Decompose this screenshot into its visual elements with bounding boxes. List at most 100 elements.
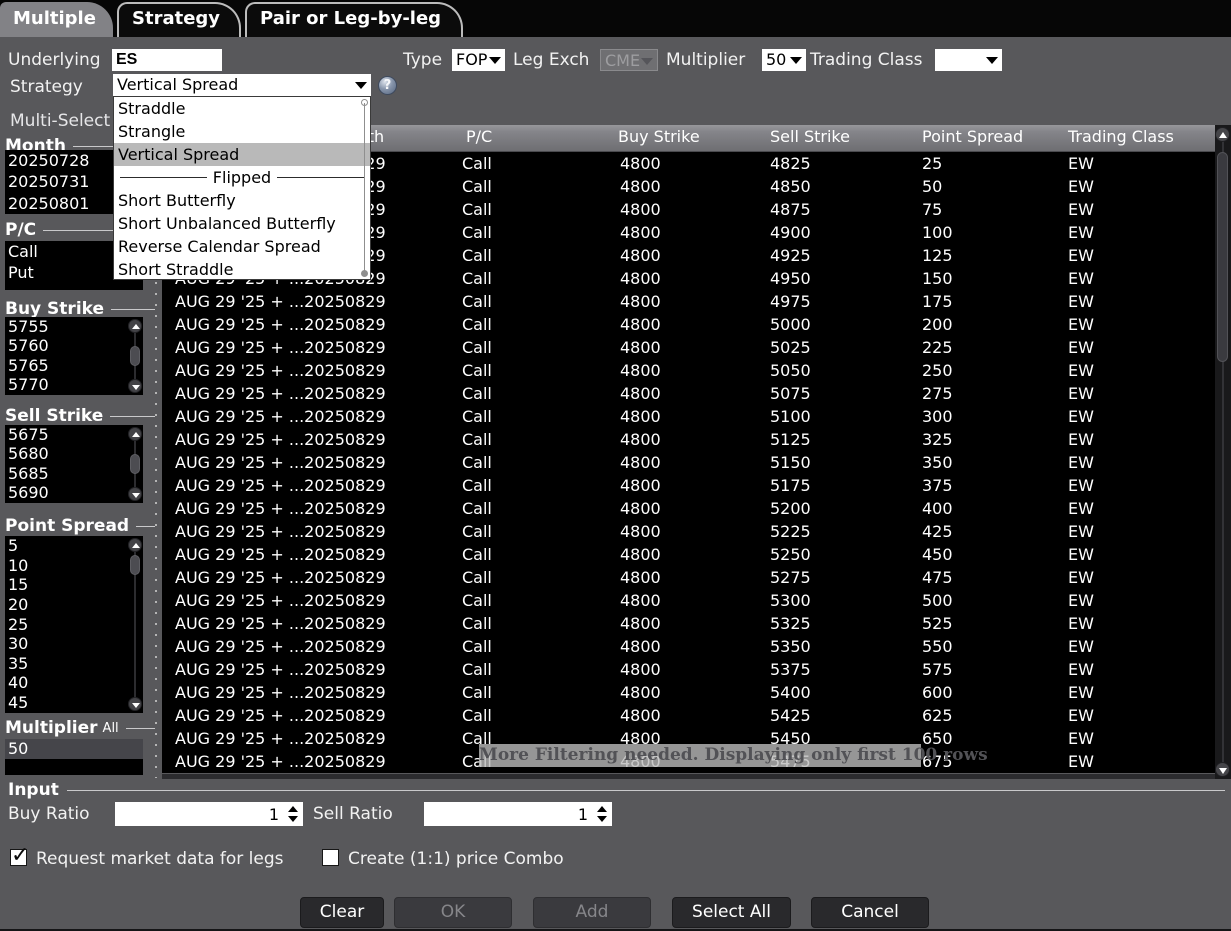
table-row[interactable]: AUG 29 '25 + ...20250829 Call 4800 5425 … [162, 704, 1215, 727]
cancel-button[interactable]: Cancel [811, 897, 929, 928]
scroll-up-icon[interactable] [128, 538, 142, 552]
trading-class-label: Trading Class [810, 50, 923, 70]
buy-ratio-stepper[interactable] [285, 804, 301, 824]
point-spread-scrollbar[interactable] [127, 538, 143, 711]
list-item[interactable]: 15 [5, 575, 143, 595]
column-header-point-spread[interactable]: Point Spread [922, 127, 1023, 146]
point-spread-filter-list[interactable]: 51015202530354045 [5, 536, 143, 713]
table-row[interactable]: AUG 29 '25 + ...20250829 Call 4800 5300 … [162, 589, 1215, 612]
buy-ratio-input[interactable] [115, 802, 303, 826]
table-row[interactable]: AUG 29 '25 + ...20250829 Call 4800 5350 … [162, 635, 1215, 658]
select-all-button[interactable]: Select All [672, 897, 791, 928]
list-item[interactable]: 5 [5, 536, 143, 556]
strategy-option[interactable]: Flipped [114, 166, 370, 189]
list-item[interactable]: 10 [5, 556, 143, 576]
stepper-down-icon[interactable] [597, 816, 607, 822]
scroll-down-icon[interactable] [128, 379, 142, 393]
list-item[interactable]: 5770 [5, 375, 143, 394]
strategy-select[interactable]: Vertical Spread [113, 74, 371, 96]
help-icon[interactable]: ? [378, 76, 397, 95]
scroll-down-icon[interactable] [1215, 762, 1230, 777]
stepper-up-icon[interactable] [288, 806, 298, 812]
multiplier-filter-list[interactable]: 50 [5, 739, 143, 775]
table-scrollbar[interactable] [1215, 125, 1231, 779]
strategy-option[interactable]: Short Straddle [114, 258, 370, 281]
underlying-input[interactable] [112, 49, 222, 71]
table-row[interactable]: AUG 29 '25 + ...20250829 Call 4800 5250 … [162, 543, 1215, 566]
table-row[interactable]: AUG 29 '25 + ...20250829 Call 4800 5275 … [162, 566, 1215, 589]
table-row[interactable]: AUG 29 '25 + ...20250829 Call 4800 5200 … [162, 497, 1215, 520]
multiplier-select[interactable]: 50 [762, 49, 806, 71]
strategy-dropdown-list[interactable]: Straddle Strangle Vertical Spread Flippe… [113, 96, 371, 280]
table-row[interactable]: AUG 29 '25 + ...20250829 Call 4800 5325 … [162, 612, 1215, 635]
point-spread-section-header: Point Spread [5, 516, 155, 536]
list-item[interactable]: 5755 [5, 317, 143, 336]
add-button: Add [533, 897, 651, 928]
strategy-option[interactable]: Short Butterfly [114, 189, 370, 212]
strategy-option[interactable]: Short Unbalanced Butterfly [114, 212, 370, 235]
table-row[interactable]: AUG 29 '25 + ...20250829 Call 4800 5025 … [162, 336, 1215, 359]
strategy-option[interactable]: Straddle [114, 97, 370, 120]
table-row[interactable]: AUG 29 '25 + ...20250829 Call 4800 5075 … [162, 382, 1215, 405]
column-header-sell-strike[interactable]: Sell Strike [770, 127, 850, 146]
stepper-down-icon[interactable] [288, 816, 298, 822]
list-item[interactable]: 20 [5, 595, 143, 615]
create-price-combo-label: Create (1:1) price Combo [348, 849, 564, 869]
scroll-up-icon[interactable] [128, 319, 142, 333]
stepper-up-icon[interactable] [597, 806, 607, 812]
create-price-combo-checkbox[interactable] [322, 849, 339, 866]
table-row[interactable]: AUG 29 '25 + ...20250829 Call 4800 5125 … [162, 428, 1215, 451]
buy-strike-filter-list[interactable]: 5755576057655770 [5, 317, 143, 395]
table-row[interactable]: AUG 29 '25 + ...20250829 Call 4800 5050 … [162, 359, 1215, 382]
table-row[interactable]: AUG 29 '25 + ...20250829 Call 4800 5150 … [162, 451, 1215, 474]
scroll-down-icon[interactable] [128, 697, 142, 711]
scrollbar-thumb[interactable] [1217, 152, 1228, 362]
list-item[interactable]: 5760 [5, 336, 143, 355]
sell-ratio-input[interactable] [424, 802, 612, 826]
list-item[interactable]: 40 [5, 673, 143, 693]
clear-button[interactable]: Clear [300, 897, 384, 928]
sell-strike-scrollbar[interactable] [127, 427, 143, 501]
dropdown-scrollbar[interactable] [360, 99, 369, 277]
list-item[interactable]: 30 [5, 634, 143, 654]
table-row[interactable]: AUG 29 '25 + ...20250829 Call 4800 5400 … [162, 681, 1215, 704]
multi-select-label: Multi-Select [10, 111, 110, 131]
tab-multiple[interactable]: Multiple [0, 2, 113, 37]
strategy-option[interactable]: Reverse Calendar Spread [114, 235, 370, 258]
strategy-selected-value: Vertical Spread [117, 75, 238, 94]
list-item[interactable]: 25 [5, 615, 143, 635]
table-row[interactable]: AUG 29 '25 + ...20250829 Call 4800 5225 … [162, 520, 1215, 543]
strategy-option[interactable]: Strangle [114, 120, 370, 143]
table-row[interactable]: AUG 29 '25 + ...20250829 Call 4800 5000 … [162, 313, 1215, 336]
table-row[interactable]: AUG 29 '25 + ...20250829 Call 4800 5375 … [162, 658, 1215, 681]
list-item[interactable]: 5690 [5, 483, 143, 502]
scroll-down-icon[interactable] [128, 487, 142, 501]
chevron-down-icon [790, 57, 802, 64]
list-item[interactable]: 5765 [5, 356, 143, 375]
list-item[interactable]: 45 [5, 693, 143, 713]
scroll-up-icon[interactable] [128, 427, 142, 441]
buy-strike-scrollbar[interactable] [127, 319, 143, 393]
list-item[interactable]: 5675 [5, 425, 143, 444]
list-item[interactable]: 5680 [5, 444, 143, 463]
tab-strategy[interactable]: Strategy [117, 2, 241, 37]
list-item[interactable]: 50 [5, 739, 143, 759]
table-row[interactable]: AUG 29 '25 + ...20250829 Call 4800 5100 … [162, 405, 1215, 428]
sell-ratio-stepper[interactable] [594, 804, 610, 824]
column-header-trading-class[interactable]: Trading Class [1068, 127, 1174, 146]
sell-strike-filter-list[interactable]: 5675568056855690 [5, 425, 143, 503]
trading-class-select[interactable] [935, 49, 1002, 71]
table-row[interactable]: AUG 29 '25 + ...20250829 Call 4800 4975 … [162, 290, 1215, 313]
strategy-option[interactable]: Vertical Spread [114, 143, 370, 166]
column-header-pc[interactable]: P/C [466, 127, 492, 146]
type-select[interactable]: FOP [452, 49, 505, 71]
leg-exch-value: CME [605, 51, 640, 70]
request-market-data-checkbox[interactable] [10, 849, 27, 866]
scroll-up-icon[interactable] [1215, 127, 1230, 142]
table-row[interactable]: AUG 29 '25 + ...20250829 Call 4800 5175 … [162, 474, 1215, 497]
tab-pair-or-leg-by-leg[interactable]: Pair or Leg-by-leg [245, 2, 463, 37]
multiplier-label: Multiplier [666, 50, 745, 70]
list-item[interactable]: 5685 [5, 464, 143, 483]
column-header-buy-strike[interactable]: Buy Strike [618, 127, 700, 146]
list-item[interactable]: 35 [5, 654, 143, 674]
